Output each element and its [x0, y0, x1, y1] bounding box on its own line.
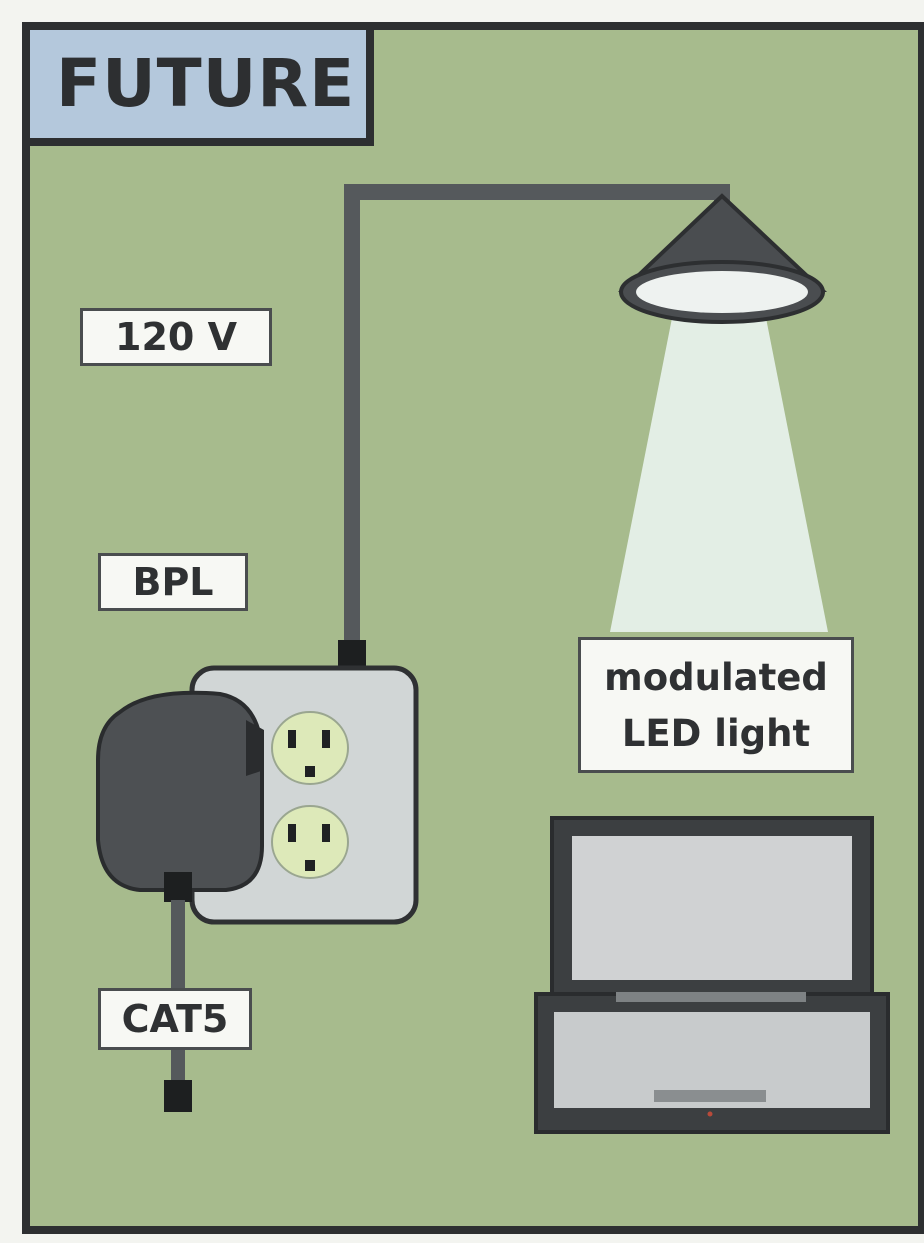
led-light-label: modulated LED light	[578, 637, 854, 773]
diagram-title: FUTURE	[22, 22, 374, 146]
light-beam-icon	[610, 318, 828, 632]
voltage-label: 120 V	[80, 308, 272, 366]
plug-adapter-icon	[96, 690, 264, 902]
laptop-icon	[534, 816, 890, 1134]
lamp-icon	[617, 193, 828, 324]
bpl-label: BPL	[98, 553, 248, 611]
diagram: FUTURE 120 V BPL CAT5 modulated LED ligh…	[0, 0, 924, 1243]
cat5-label: CAT5	[98, 988, 252, 1050]
diagram-artwork	[96, 184, 890, 1134]
cat5-connector	[164, 1080, 192, 1112]
